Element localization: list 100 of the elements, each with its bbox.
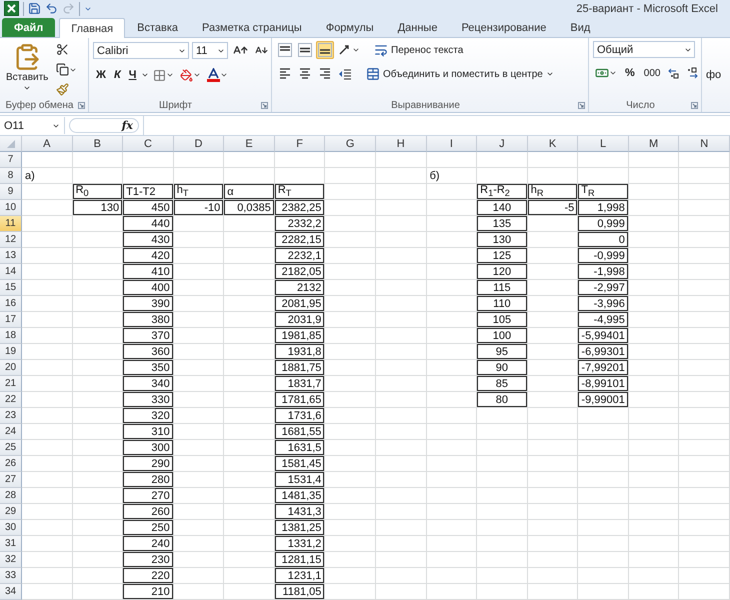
- caret-icon: [546, 70, 554, 78]
- row-header[interactable]: 28: [0, 488, 22, 504]
- table-cell: а): [22, 168, 73, 184]
- row-header[interactable]: 20: [0, 360, 22, 376]
- row-header[interactable]: 14: [0, 264, 22, 280]
- row-header[interactable]: 12: [0, 232, 22, 248]
- row-header[interactable]: 9: [0, 184, 22, 200]
- column-header[interactable]: H: [376, 136, 427, 152]
- dialog-launcher-icon[interactable]: [690, 102, 698, 108]
- caret-icon: [23, 84, 32, 92]
- row-header[interactable]: 11: [0, 216, 22, 232]
- table-cell: 1681,55: [274, 424, 326, 440]
- paste-button[interactable]: Вставить: [4, 41, 50, 98]
- column-header[interactable]: C: [123, 136, 174, 152]
- font-style-button[interactable]: Ж: [93, 68, 109, 82]
- column-header[interactable]: B: [72, 136, 124, 152]
- vertical-align-button[interactable]: [316, 41, 334, 59]
- row-header[interactable]: 23: [0, 408, 22, 424]
- column-header[interactable]: N: [679, 136, 730, 152]
- vertical-align-button[interactable]: [276, 41, 294, 59]
- row-header[interactable]: 34: [0, 584, 22, 600]
- ribbon-tab[interactable]: Рецензирование: [449, 17, 558, 37]
- column-header[interactable]: E: [224, 136, 275, 152]
- number-format-dropdown[interactable]: Общий: [593, 41, 695, 58]
- row-header[interactable]: 18: [0, 328, 22, 344]
- table-cell: T1-T2: [123, 184, 174, 200]
- row-header[interactable]: 15: [0, 280, 22, 296]
- table-cell: 360: [123, 344, 174, 360]
- ribbon-tab[interactable]: Формулы: [314, 17, 386, 37]
- table-cell: -2,997: [578, 280, 629, 296]
- ribbon-button-label[interactable]: фо: [702, 69, 722, 81]
- row-header[interactable]: 27: [0, 472, 22, 488]
- row-header[interactable]: 17: [0, 312, 22, 328]
- banknote-icon: [595, 66, 609, 80]
- dialog-launcher-icon[interactable]: [78, 102, 85, 108]
- table-cell: -10: [174, 200, 224, 216]
- table-cell: -5,99401: [578, 328, 629, 344]
- row-header[interactable]: 31: [0, 536, 22, 552]
- insert-function-button[interactable]: fx: [122, 119, 133, 132]
- column-header[interactable]: G: [325, 136, 376, 152]
- column-header[interactable]: F: [274, 136, 326, 152]
- table-cell: 1431,3: [274, 504, 326, 520]
- row-header[interactable]: 29: [0, 504, 22, 520]
- thousands-button[interactable]: 000: [640, 66, 664, 80]
- row-header[interactable]: 7: [0, 152, 22, 168]
- name-box[interactable]: O11: [0, 117, 65, 134]
- table-cell: α: [224, 184, 275, 200]
- row-header[interactable]: 30: [0, 520, 22, 536]
- ribbon-tab[interactable]: Данные: [386, 17, 450, 37]
- spreadsheet-logo-icon[interactable]: [4, 1, 19, 16]
- save-button[interactable]: [28, 2, 41, 15]
- font-style-button[interactable]: Ч: [126, 68, 140, 82]
- row-header[interactable]: 32: [0, 552, 22, 568]
- row-header[interactable]: 24: [0, 424, 22, 440]
- row-header[interactable]: 13: [0, 248, 22, 264]
- font-name-dropdown[interactable]: Calibri: [93, 42, 189, 59]
- table-cell: 135: [477, 216, 528, 232]
- row-header[interactable]: 25: [0, 440, 22, 456]
- file-tab[interactable]: Файл: [2, 18, 56, 37]
- row-header[interactable]: 10: [0, 200, 22, 216]
- row-header[interactable]: 16: [0, 296, 22, 312]
- column-header[interactable]: I: [426, 136, 478, 152]
- dialog-launcher-icon[interactable]: [261, 102, 268, 108]
- column-header[interactable]: L: [578, 136, 629, 152]
- table-cell: 1181,05: [274, 584, 326, 600]
- table-cell: 2031,9: [274, 312, 326, 328]
- table-cell: 350: [123, 360, 174, 376]
- row-header[interactable]: 21: [0, 376, 22, 392]
- table-cell: R$_{T}$: [274, 184, 326, 200]
- align-middle-icon: [298, 43, 312, 57]
- percent-button[interactable]: %: [622, 66, 638, 80]
- column-header[interactable]: J: [477, 136, 528, 152]
- table-cell: 0,0385: [224, 200, 275, 216]
- column-header[interactable]: D: [174, 136, 224, 152]
- column-header[interactable]: K: [528, 136, 578, 152]
- row-header[interactable]: 8: [0, 168, 22, 184]
- ribbon-tab[interactable]: Главная: [59, 18, 126, 38]
- row-header[interactable]: 19: [0, 344, 22, 360]
- table-cell: R$_{0}$: [72, 184, 124, 200]
- ribbon-tab[interactable]: Вставка: [125, 17, 190, 37]
- font-size-dropdown[interactable]: 11: [192, 42, 228, 59]
- table-cell: 1781,65: [274, 392, 326, 408]
- row-header[interactable]: 26: [0, 456, 22, 472]
- row-header[interactable]: 22: [0, 392, 22, 408]
- ribbon-tab[interactable]: Вид: [558, 17, 602, 37]
- table-cell: 1931,8: [274, 344, 326, 360]
- column-header[interactable]: M: [628, 136, 680, 152]
- font-style-button[interactable]: К: [110, 68, 124, 82]
- dialog-launcher-icon[interactable]: [578, 102, 585, 108]
- table-cell: 400: [123, 280, 174, 296]
- table-cell: 100: [477, 328, 528, 344]
- merge-center-button[interactable]: Объединить и поместить в центре: [364, 66, 556, 82]
- row-header[interactable]: 33: [0, 568, 22, 584]
- vertical-align-button[interactable]: [296, 41, 314, 59]
- ribbon-tab[interactable]: Разметка страницы: [190, 17, 314, 37]
- table-cell: 420: [123, 248, 174, 264]
- column-header[interactable]: A: [22, 136, 73, 152]
- table-cell: 240: [123, 536, 174, 552]
- wrap-text-button[interactable]: Перенос текста: [372, 42, 466, 58]
- undo-button[interactable]: [45, 2, 58, 15]
